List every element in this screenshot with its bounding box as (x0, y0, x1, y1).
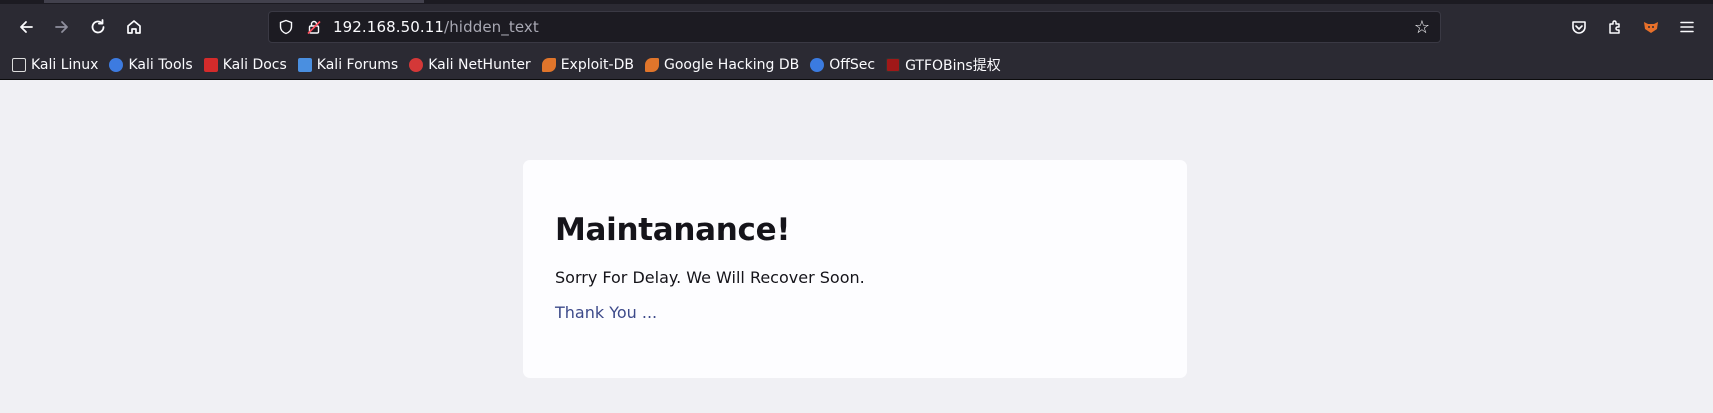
arrow-left-icon (20, 21, 33, 33)
bookmark-label: Kali Docs (222, 56, 287, 73)
bookmark-kali-nethunter[interactable]: Kali NetHunter (409, 56, 531, 73)
kali-tools-icon (109, 57, 124, 72)
bookmark-exploit-db[interactable]: Exploit-DB (541, 56, 634, 73)
url-path: /hidden_text (444, 18, 539, 36)
bookmark-kali-forums[interactable]: Kali Forums (297, 56, 399, 73)
exploit-db-icon (541, 57, 556, 72)
bookmarks-toolbar: Kali Linux Kali Tools Kali Docs Kali For… (0, 50, 1713, 80)
shield-icon[interactable] (275, 16, 297, 38)
reload-button[interactable] (80, 9, 116, 45)
navigation-toolbar: 192.168.50.11/hidden_text ☆ (0, 4, 1713, 50)
back-button[interactable] (8, 9, 44, 45)
url-host: 192.168.50.11 (333, 18, 445, 36)
reload-icon (91, 19, 105, 34)
url-bar[interactable]: 192.168.50.11/hidden_text ☆ (268, 11, 1441, 43)
bookmark-offsec[interactable]: OffSec (810, 57, 875, 73)
url-text[interactable]: 192.168.50.11/hidden_text (333, 18, 539, 36)
bookmark-kali-tools[interactable]: Kali Tools (109, 56, 193, 73)
fox-icon (1644, 22, 1658, 33)
app-menu-button[interactable] (1669, 9, 1705, 45)
toolbar-right-buttons (1561, 9, 1705, 45)
gtfobins-icon (886, 57, 901, 72)
bookmark-gtfobins[interactable]: GTFOBins提权 (886, 55, 1001, 75)
puzzle-icon (1609, 20, 1620, 34)
page-content: Maintanance! Sorry For Delay. We Will Re… (0, 80, 1713, 412)
forward-button[interactable] (44, 9, 80, 45)
kali-forums-icon (297, 57, 312, 72)
bookmark-kali-docs[interactable]: Kali Docs (203, 56, 287, 73)
maintenance-message: Sorry For Delay. We Will Recover Soon. (555, 268, 865, 287)
bookmark-label: OffSec (829, 56, 876, 73)
bookmark-label: Kali Tools (128, 56, 193, 73)
insecure-lock-icon[interactable] (303, 16, 325, 38)
bookmark-label: Kali NetHunter (428, 56, 531, 73)
kali-dragon-icon (12, 57, 26, 72)
thank-you-text: Thank You ... (555, 303, 658, 322)
kali-docs-icon (203, 57, 218, 72)
bookmark-label: GTFOBins提权 (905, 57, 1001, 74)
foxyproxy-button[interactable] (1633, 9, 1669, 45)
extensions-button[interactable] (1597, 9, 1633, 45)
arrow-right-icon (55, 21, 68, 33)
nethunter-icon (409, 57, 424, 72)
offsec-icon (810, 57, 825, 72)
bookmark-label: Google Hacking DB (663, 56, 800, 73)
active-tab-indicator[interactable] (44, 0, 424, 3)
bookmark-label: Kali Linux (31, 56, 99, 73)
pocket-button[interactable] (1561, 9, 1597, 45)
hamburger-menu-icon (1680, 21, 1694, 33)
maintenance-card: Maintanance! Sorry For Delay. We Will Re… (523, 160, 1187, 378)
bookmark-star-icon[interactable]: ☆ (1414, 17, 1430, 38)
bookmark-label: Exploit-DB (560, 56, 634, 73)
pocket-icon (1572, 21, 1586, 34)
home-icon (127, 20, 141, 34)
page-heading: Maintanance! (555, 212, 791, 248)
bookmark-kali-linux[interactable]: Kali Linux (12, 57, 98, 73)
home-button[interactable] (116, 9, 152, 45)
bookmark-google-hacking-db[interactable]: Google Hacking DB (644, 56, 800, 73)
bookmark-label: Kali Forums (316, 56, 399, 73)
ghdb-icon (644, 57, 659, 72)
